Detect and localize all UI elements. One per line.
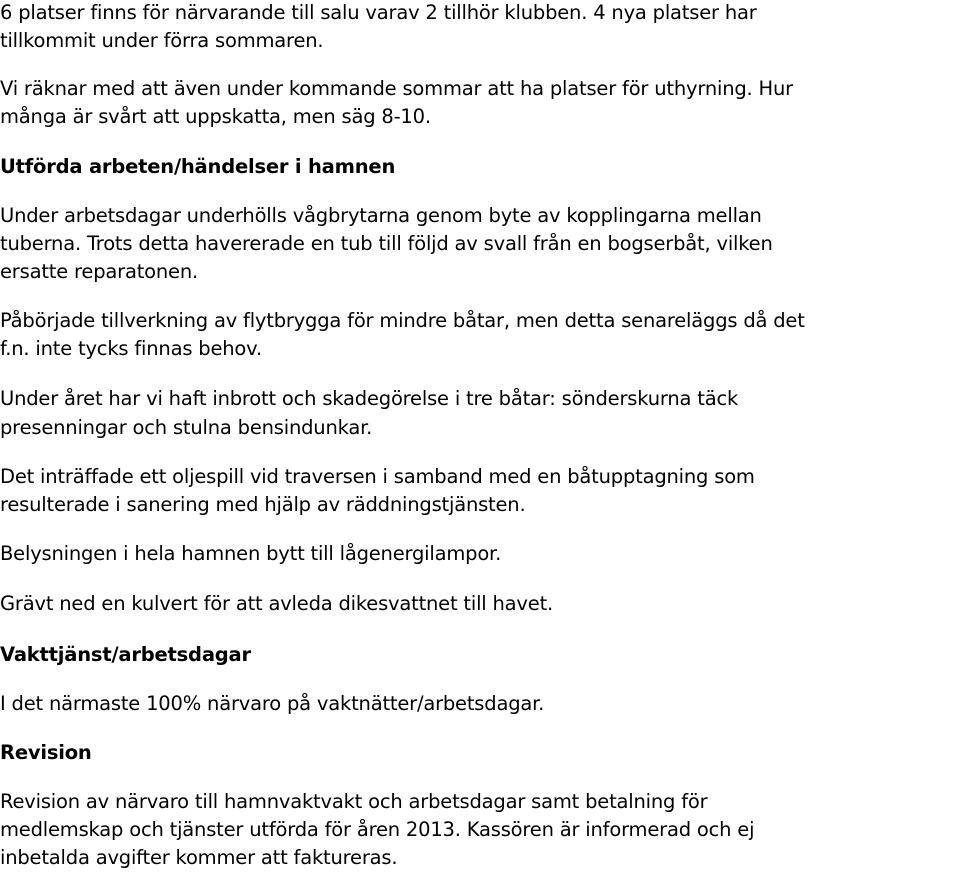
section-heading: Vakttjänst/arbetsdagar <box>0 643 251 666</box>
paragraph-line: f.n. inte tycks finnas behov. <box>0 337 262 360</box>
section-heading: Revision <box>0 741 92 764</box>
paragraph-line: tillkommit under förra sommaren. <box>0 29 324 52</box>
paragraph-line: Vi räknar med att även under kommande so… <box>0 77 793 100</box>
section-heading: Utförda arbeten/händelser i hamnen <box>0 155 396 178</box>
paragraph-line: I det närmaste 100% närvaro på vaktnätte… <box>0 692 545 715</box>
paragraph-line: Revision av närvaro till hamnvaktvakt oc… <box>0 790 708 813</box>
paragraph-line: många är svårt att uppskatta, men säg 8-… <box>0 105 431 128</box>
paragraph-line: inbetalda avgifter kommer att faktureras… <box>0 846 398 869</box>
paragraph-line: presenningar och stulna bensindunkar. <box>0 416 373 439</box>
paragraph-line: Påbörjade tillverkning av flytbrygga för… <box>0 309 805 332</box>
paragraph-line: Grävt ned en kulvert för att avleda dike… <box>0 592 554 615</box>
paragraph-line: tuberna. Trots detta havererade en tub t… <box>0 232 773 255</box>
paragraph-line: ersatte reparatonen. <box>0 260 198 283</box>
paragraph-line: 6 platser finns för närvarande till salu… <box>0 1 757 24</box>
paragraph-line: Under arbetsdagar underhölls vågbrytarna… <box>0 204 762 227</box>
paragraph-line: Det inträffade ett oljespill vid travers… <box>0 465 755 488</box>
document-page: 6 platser finns för närvarande till salu… <box>0 0 960 873</box>
paragraph-line: medlemskap och tjänster utförda för åren… <box>0 818 755 841</box>
paragraph-line: resulterade i sanering med hjälp av rädd… <box>0 493 526 516</box>
paragraph-line: Under året har vi haft inbrott och skade… <box>0 387 739 410</box>
paragraph-line: Belysningen i hela hamnen bytt till låge… <box>0 542 502 565</box>
